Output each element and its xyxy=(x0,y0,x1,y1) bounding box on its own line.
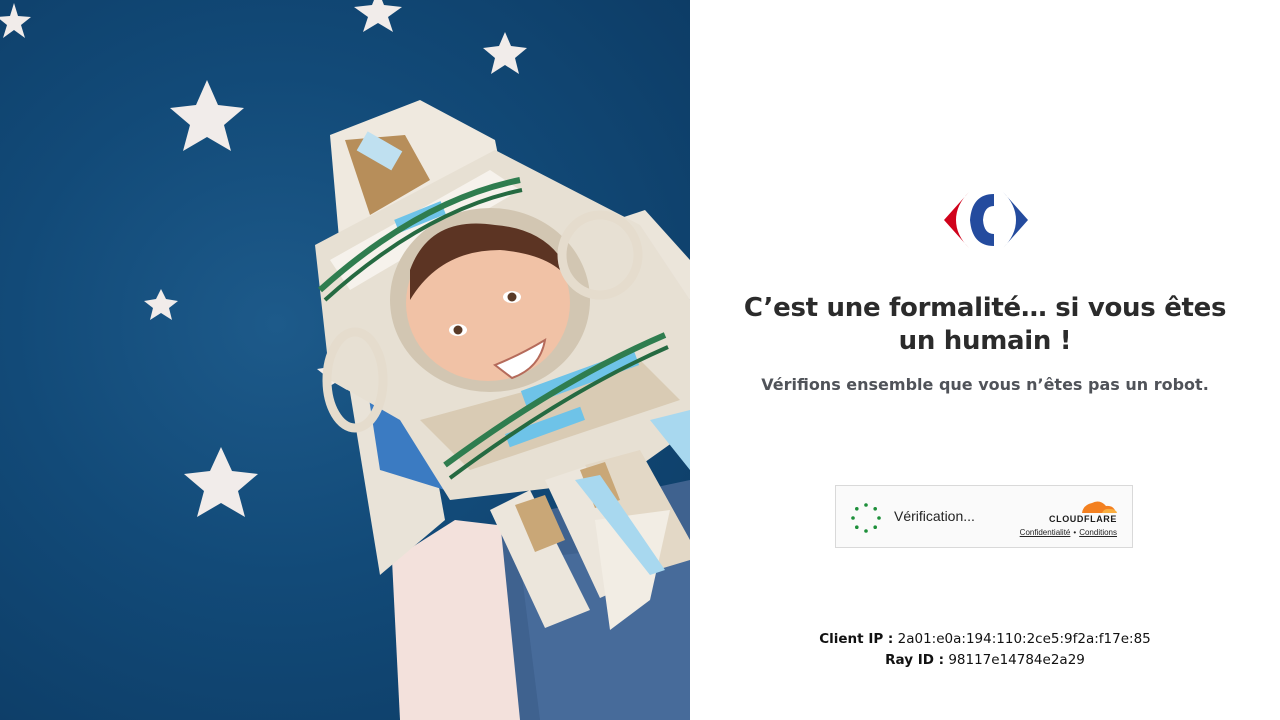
star-icon xyxy=(170,80,244,151)
page-subtitle: Vérifions ensemble que vous n’êtes pas u… xyxy=(761,375,1209,394)
loading-spinner-icon xyxy=(851,503,881,533)
privacy-link[interactable]: Confidentialité xyxy=(1020,528,1071,537)
cloudflare-wordmark: CLOUDFLARE xyxy=(1049,514,1117,524)
connection-info: Client IP : 2a01:e0a:194:110:2ce5:9f2a:f… xyxy=(730,629,1240,671)
ray-id-value: 98117e14784e2a29 xyxy=(948,652,1085,668)
client-ip-value: 2a01:e0a:194:110:2ce5:9f2a:f17e:85 xyxy=(897,631,1151,647)
hero-illustration xyxy=(0,0,690,720)
child-rocket-illustration xyxy=(0,0,690,720)
ray-id-label: Ray ID : xyxy=(885,652,945,668)
carrefour-logo-icon xyxy=(944,192,1028,248)
turnstile-widget[interactable]: Vérification... CLOUDFLARE Confidentiali… xyxy=(835,485,1133,548)
client-ip-row: Client IP : 2a01:e0a:194:110:2ce5:9f2a:f… xyxy=(730,629,1240,650)
links-separator: • xyxy=(1073,528,1077,537)
cloudflare-links: Confidentialité • Conditions xyxy=(1020,528,1117,537)
star-icon xyxy=(144,289,178,320)
star-icon xyxy=(483,32,527,74)
verification-status: Vérification... xyxy=(894,508,975,524)
star-icon xyxy=(184,447,258,517)
challenge-page: C’est une formalité… si vous êtes un hum… xyxy=(0,0,1280,720)
page-title: C’est une formalité… si vous êtes un hum… xyxy=(743,293,1227,356)
ray-id-row: Ray ID : 98117e14784e2a29 xyxy=(730,650,1240,671)
content-panel: C’est une formalité… si vous êtes un hum… xyxy=(690,0,1280,720)
star-icon xyxy=(354,0,402,32)
client-ip-label: Client IP : xyxy=(819,631,894,647)
star-icon xyxy=(0,3,31,38)
terms-link[interactable]: Conditions xyxy=(1079,528,1117,537)
